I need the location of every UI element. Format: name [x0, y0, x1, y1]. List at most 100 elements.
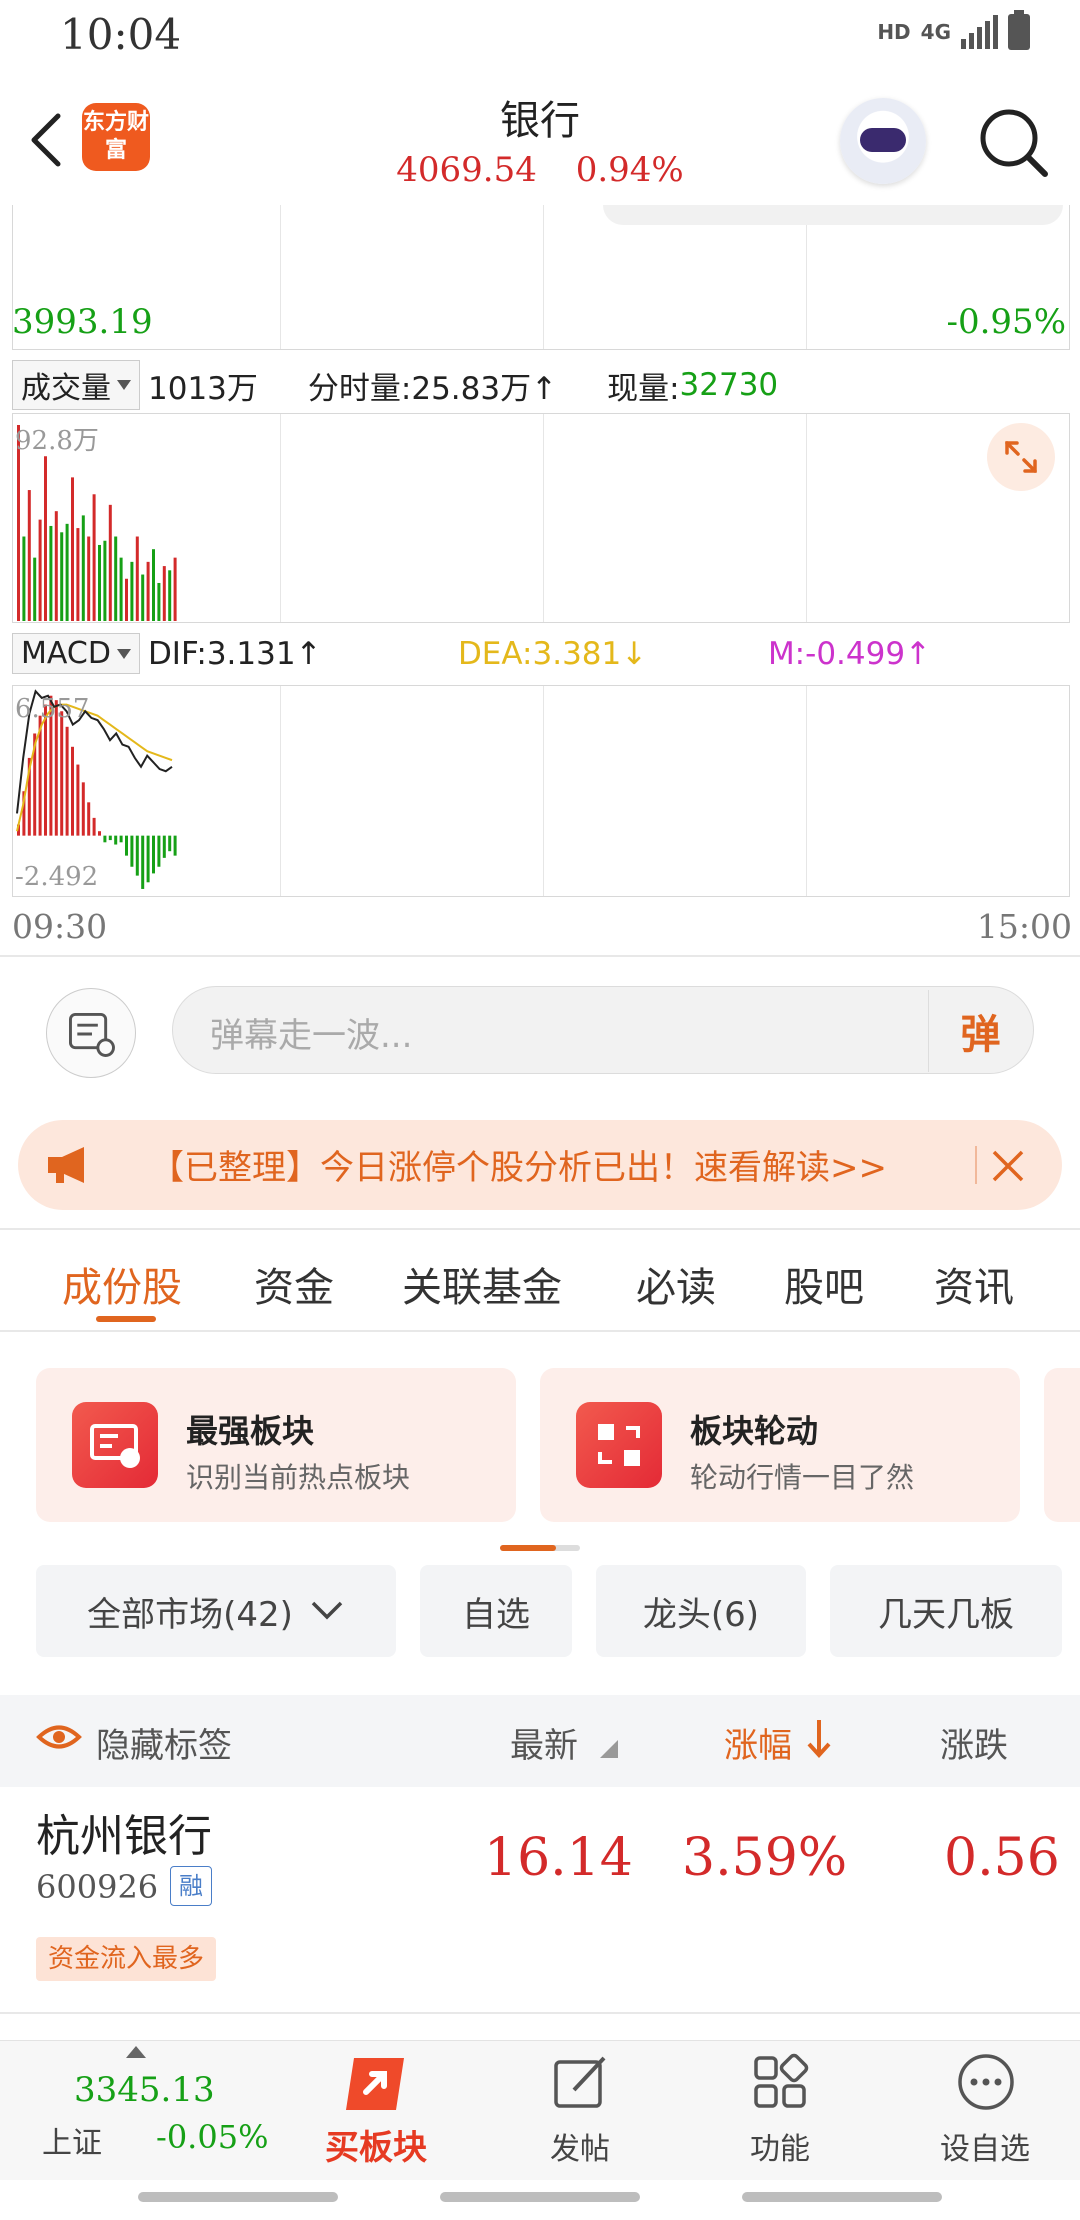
- assistant-robot-icon[interactable]: [840, 98, 926, 184]
- index-name[interactable]: 上证: [42, 2118, 102, 2162]
- grid-icon: [754, 2053, 809, 2108]
- macd-selector-label: MACD: [21, 636, 111, 671]
- app-logo[interactable]: 东方财富: [82, 103, 150, 171]
- macd-bar: [108, 835, 112, 841]
- macd-max-label: 6.557: [15, 694, 90, 724]
- macd-bar: [76, 764, 80, 836]
- price-chart[interactable]: [12, 205, 1070, 350]
- volume-bar: [146, 561, 150, 621]
- filter-limit-up-days[interactable]: 几天几板: [830, 1565, 1062, 1657]
- expand-icon[interactable]: [987, 423, 1055, 491]
- volume-bar: [44, 456, 47, 621]
- eye-icon[interactable]: [36, 1722, 82, 1752]
- macd-bar: [92, 817, 96, 836]
- strongest-sector-icon: [72, 1402, 158, 1488]
- volume-bar: [98, 544, 101, 621]
- chart-overlay-tip: [603, 205, 1063, 225]
- close-icon[interactable]: [990, 1148, 1026, 1184]
- card-title: 板块轮动: [690, 1412, 819, 1450]
- macd-selector[interactable]: MACD: [12, 633, 140, 674]
- volume-chart[interactable]: 92.8万: [12, 413, 1070, 623]
- index-change[interactable]: -0.05%: [156, 2118, 268, 2156]
- hide-tags-toggle[interactable]: 隐藏标签: [96, 1718, 232, 1767]
- col-change-pct[interactable]: 涨幅: [724, 1718, 792, 1767]
- macd-dea: DEA:3.381↓: [457, 635, 648, 672]
- time-axis-end: 15:00: [976, 907, 1072, 946]
- row-divider: [0, 2012, 1080, 2014]
- card-scroll-thumb: [500, 1545, 556, 1551]
- volume-bar: [71, 477, 74, 621]
- tab-related-funds[interactable]: 关联基金: [402, 1255, 562, 1313]
- index-value[interactable]: 3345.13: [74, 2070, 215, 2110]
- volume-indicator-row: 成交量 1013万 分时量:25.83万↑ 现量: 32730: [12, 360, 778, 410]
- macd-bar: [87, 802, 91, 836]
- filter-all-markets-label: 全部市场(42): [87, 1594, 293, 1635]
- dropdown-icon: [116, 648, 131, 659]
- filter-all-markets[interactable]: 全部市场(42): [36, 1565, 396, 1657]
- tab-news[interactable]: 资讯: [934, 1255, 1014, 1313]
- volume-bar: [92, 494, 96, 621]
- nav-post[interactable]: 发帖: [520, 2048, 640, 2167]
- caret-up-icon: [126, 2046, 146, 2058]
- macd-bar: [157, 835, 161, 867]
- comment-settings-icon[interactable]: [46, 988, 136, 1078]
- nav-add-watchlist[interactable]: 设自选: [920, 2048, 1050, 2167]
- nav-post-label: 发帖: [550, 2132, 610, 2167]
- volume-bar: [49, 525, 53, 621]
- macd-chart[interactable]: 6.557 -2.492: [12, 685, 1070, 897]
- margin-badge: 融: [170, 1866, 212, 1906]
- macd-indicator-row: MACD DIF:3.131↑ DEA:3.381↓ M:-0.499↑: [12, 633, 1072, 674]
- buy-sector-icon: [346, 2058, 404, 2110]
- nav-functions[interactable]: 功能: [720, 2048, 840, 2167]
- time-axis-start: 09:30: [12, 907, 108, 946]
- tab-funds[interactable]: 资金: [254, 1255, 334, 1313]
- chevron-down-icon: [311, 1601, 343, 1620]
- volume-bar: [168, 570, 172, 621]
- card-strongest-sector[interactable]: 最强板块 识别当前热点板块: [36, 1368, 516, 1522]
- tab-constituents[interactable]: 成份股: [62, 1255, 182, 1313]
- macd-bar: [98, 831, 101, 836]
- macd-bar: [141, 835, 145, 889]
- tab-stock-forum[interactable]: 股吧: [784, 1255, 864, 1313]
- macd-bar: [146, 835, 150, 883]
- filter-leaders[interactable]: 龙头(6): [596, 1565, 806, 1657]
- macd-bar: [173, 835, 177, 856]
- volume-bar: [76, 528, 80, 621]
- volume-bar: [125, 578, 128, 621]
- dropdown-icon: [117, 380, 131, 390]
- stock-tag: 资金流入最多: [36, 1937, 217, 1981]
- macd-bar: [162, 835, 166, 858]
- col-latest[interactable]: 最新: [510, 1718, 578, 1767]
- card-next-peek[interactable]: [1044, 1368, 1080, 1522]
- tab-must-read[interactable]: 必读: [636, 1255, 716, 1313]
- danmaku-send-button[interactable]: 弹: [928, 990, 1032, 1072]
- col-change[interactable]: 涨跌: [940, 1718, 1008, 1767]
- battery-icon: [1008, 10, 1030, 50]
- volume-max-label: 92.8万: [15, 426, 99, 456]
- volume-bar: [87, 536, 91, 621]
- header-price: 4069.54: [396, 150, 537, 190]
- search-icon[interactable]: [975, 104, 1051, 180]
- volume-bar: [141, 574, 145, 621]
- back-icon[interactable]: [22, 110, 72, 170]
- filter-watchlist[interactable]: 自选: [420, 1565, 572, 1657]
- volume-bar: [108, 504, 112, 621]
- section-divider: [0, 955, 1080, 957]
- volume-bar: [22, 536, 26, 621]
- volume-bar: [60, 532, 64, 621]
- volume-selector[interactable]: 成交量: [12, 360, 140, 410]
- volume-total: 1013万: [148, 370, 258, 407]
- volume-current-label: 现量:: [607, 370, 680, 407]
- stock-latest: 16.14: [484, 1828, 633, 1888]
- danmaku-placeholder: 弹幕走一波...: [210, 1016, 413, 1056]
- macd-bar: [114, 835, 118, 845]
- tabs-bottom-divider: [0, 1330, 1080, 1332]
- macd-m: M:-0.499↑: [767, 635, 932, 672]
- edit-icon: [554, 2056, 606, 2108]
- macd-bar: [65, 726, 69, 836]
- card-sector-rotation[interactable]: 板块轮动 轮动行情一目了然: [540, 1368, 1020, 1522]
- volume-bar: [162, 566, 166, 621]
- macd-bar: [81, 782, 85, 836]
- nav-buy-sector[interactable]: 买板块: [316, 2048, 436, 2168]
- tab-active-indicator: [96, 1316, 156, 1322]
